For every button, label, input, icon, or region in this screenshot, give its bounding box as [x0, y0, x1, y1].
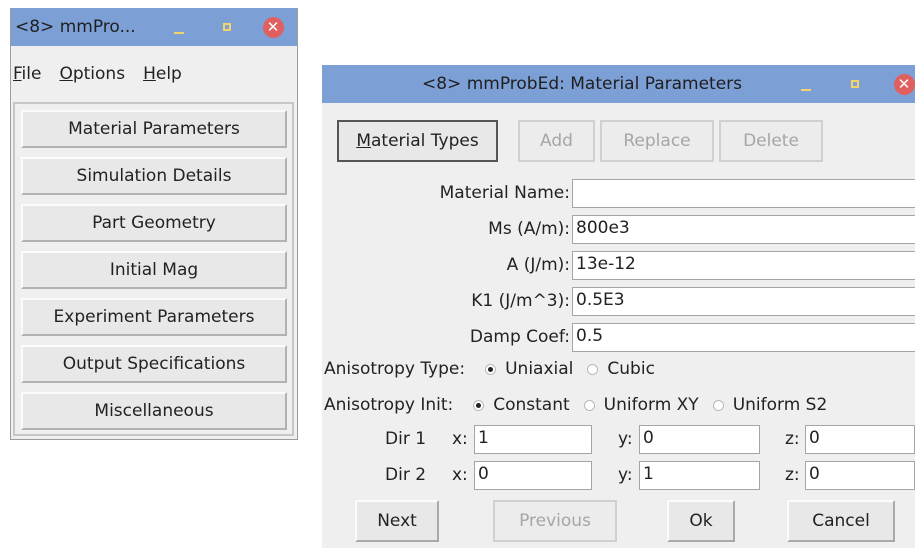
a-field[interactable]: 13e-12 — [572, 251, 915, 280]
nav-output-specifications[interactable]: Output Specifications — [21, 345, 287, 383]
menubar: File Options Help — [11, 46, 297, 102]
dir1-label: Dir 1 — [385, 429, 427, 449]
nav-experiment-parameters[interactable]: Experiment Parameters — [21, 298, 287, 336]
close-icon: ✕ — [262, 16, 284, 38]
dir1-x-label: x: — [452, 429, 468, 449]
next-button[interactable]: Next — [355, 500, 439, 542]
dir2-z-label: z: — [785, 465, 800, 485]
ms-field[interactable]: 800e3 — [572, 215, 915, 244]
radio-uniaxial[interactable]: Uniaxial — [485, 359, 573, 379]
dir1-y-field[interactable]: 0 — [639, 425, 760, 454]
delete-button[interactable]: Delete — [719, 120, 823, 162]
dialog-minimize-button[interactable] — [796, 65, 816, 103]
dialog-titlebar[interactable]: <8> mmProbEd: Material Parameters ✕ — [322, 65, 915, 103]
minimize-icon — [174, 32, 184, 34]
radio-constant[interactable]: Constant — [473, 395, 570, 415]
dir2-label: Dir 2 — [385, 465, 427, 485]
previous-button[interactable]: Previous — [493, 500, 617, 542]
anisotropy-type-label: Anisotropy Type: — [324, 359, 466, 379]
menu-file[interactable]: File — [13, 64, 41, 84]
dir1-x-field[interactable]: 1 — [474, 425, 592, 454]
material-types-button[interactable]: Material Types — [337, 120, 498, 162]
ms-label: Ms (A/m): — [488, 219, 570, 239]
dir2-y-label: y: — [618, 465, 633, 485]
dialog-title: <8> mmProbEd: Material Parameters — [422, 74, 743, 94]
a-label: A (J/m): — [506, 255, 570, 275]
close-button[interactable]: ✕ — [260, 8, 286, 46]
radio-empty-icon — [587, 363, 599, 375]
replace-button[interactable]: Replace — [600, 120, 714, 162]
maximize-icon — [851, 80, 859, 88]
dir2-x-label: x: — [452, 465, 468, 485]
radio-selected-icon — [485, 363, 497, 375]
damp-coef-label: Damp Coef: — [469, 327, 570, 347]
main-window-titlebar[interactable]: <8> mmPro... ✕ — [11, 8, 297, 46]
dir2-x-field[interactable]: 0 — [474, 461, 592, 490]
radio-empty-icon — [583, 399, 595, 411]
nav-simulation-details[interactable]: Simulation Details — [21, 157, 287, 195]
minimize-button[interactable] — [169, 8, 189, 46]
nav-miscellaneous[interactable]: Miscellaneous — [21, 392, 287, 430]
dir1-z-label: z: — [785, 429, 800, 449]
anisotropy-init-group: Anisotropy Init: Constant Uniform XY Uni… — [324, 395, 841, 415]
nav-material-parameters[interactable]: Material Parameters — [21, 110, 287, 148]
k1-label: K1 (J/m^3): — [471, 291, 570, 311]
radio-cubic[interactable]: Cubic — [587, 359, 655, 379]
dir2-y-field[interactable]: 1 — [639, 461, 760, 490]
radio-selected-icon — [473, 399, 485, 411]
menu-help[interactable]: Help — [143, 64, 182, 84]
dir1-y-label: y: — [618, 429, 633, 449]
nav-part-geometry[interactable]: Part Geometry — [21, 204, 287, 242]
damp-coef-field[interactable]: 0.5 — [572, 323, 915, 352]
maximize-icon — [223, 23, 231, 31]
dir1-z-field[interactable]: 0 — [805, 425, 915, 454]
radio-uniform-s2[interactable]: Uniform S2 — [712, 395, 827, 415]
menu-options[interactable]: Options — [59, 64, 125, 84]
anisotropy-init-label: Anisotropy Init: — [324, 395, 454, 415]
main-window: <8> mmPro... ✕ File Options Help Materia… — [10, 8, 298, 440]
nav-initial-mag[interactable]: Initial Mag — [21, 251, 287, 289]
radio-empty-icon — [712, 399, 724, 411]
dir2-z-field[interactable]: 0 — [805, 461, 915, 490]
material-name-field[interactable] — [572, 179, 915, 208]
material-name-label: Material Name: — [439, 183, 570, 203]
cancel-button[interactable]: Cancel — [787, 500, 895, 542]
k1-field[interactable]: 0.5E3 — [572, 287, 915, 316]
material-parameters-dialog: <8> mmProbEd: Material Parameters ✕ Mate… — [322, 65, 915, 548]
maximize-button[interactable] — [217, 8, 237, 46]
add-button[interactable]: Add — [518, 120, 595, 162]
anisotropy-type-group: Anisotropy Type: Uniaxial Cubic — [324, 359, 669, 379]
minimize-icon — [801, 89, 811, 91]
ok-button[interactable]: Ok — [667, 500, 735, 542]
close-icon: ✕ — [893, 73, 915, 95]
radio-uniform-xy[interactable]: Uniform XY — [583, 395, 699, 415]
dialog-close-button[interactable]: ✕ — [891, 65, 915, 103]
nav-panel: Material Parameters Simulation Details P… — [13, 102, 294, 436]
dialog-maximize-button[interactable] — [845, 65, 865, 103]
main-window-title: <8> mmPro... — [15, 17, 136, 37]
